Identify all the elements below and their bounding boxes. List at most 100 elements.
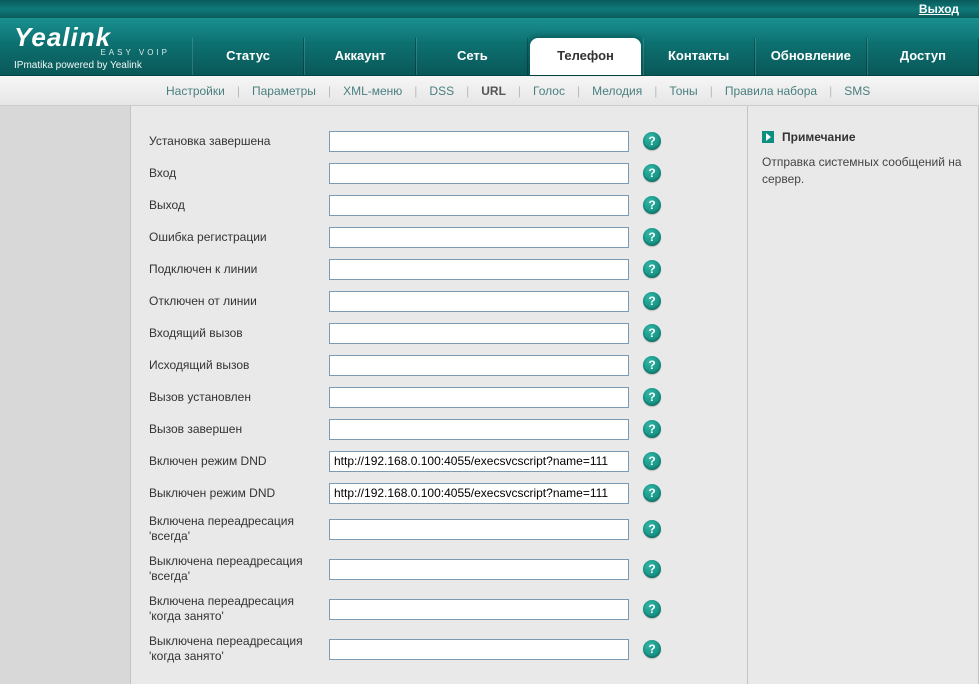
help-icon[interactable]: ? (643, 420, 661, 438)
field-label: Входящий вызов (149, 326, 329, 341)
field-label: Выключена переадресация 'когда занято' (149, 634, 329, 664)
form-row-14: Включена переадресация 'когда занято'? (149, 594, 729, 624)
field-label: Вызов установлен (149, 390, 329, 405)
field-label: Включена переадресация 'когда занято' (149, 594, 329, 624)
field-label: Вызов завершен (149, 422, 329, 437)
form-row-7: Исходящий вызов? (149, 354, 729, 376)
subnav-item-5[interactable]: Голос (527, 84, 571, 98)
main-tab-1[interactable]: Аккаунт (304, 38, 416, 75)
logout-link[interactable]: Выход (919, 2, 959, 16)
arrow-icon (762, 131, 774, 143)
subnav-item-8[interactable]: Правила набора (719, 84, 823, 98)
form-row-11: Выключен режим DND? (149, 482, 729, 504)
left-gutter (0, 106, 130, 684)
form-row-2: Выход? (149, 194, 729, 216)
subnav-sep: | (648, 84, 663, 98)
main-tab-5[interactable]: Обновление (755, 38, 867, 75)
help-icon[interactable]: ? (643, 132, 661, 150)
field-input-8[interactable] (329, 387, 629, 408)
form-row-1: Вход? (149, 162, 729, 184)
subnav-sep: | (571, 84, 586, 98)
header: Yealink EASY VOIP IPmatika powered by Ye… (0, 18, 979, 76)
help-icon[interactable]: ? (643, 324, 661, 342)
main-tabs: СтатусАккаунтСетьТелефонКонтактыОбновлен… (192, 18, 979, 75)
subnav-sep: | (322, 84, 337, 98)
help-icon[interactable]: ? (643, 484, 661, 502)
field-input-1[interactable] (329, 163, 629, 184)
field-input-14[interactable] (329, 599, 629, 620)
subnav-item-1[interactable]: Параметры (246, 84, 322, 98)
field-label: Подключен к линии (149, 262, 329, 277)
field-input-10[interactable] (329, 451, 629, 472)
note-header: Примечание (762, 130, 964, 144)
field-label: Включен режим DND (149, 454, 329, 469)
field-input-5[interactable] (329, 291, 629, 312)
main-tab-0[interactable]: Статус (192, 38, 304, 75)
subnav-item-9[interactable]: SMS (838, 84, 876, 98)
field-label: Выключен режим DND (149, 486, 329, 501)
subnav-sep: | (460, 84, 475, 98)
form-row-5: Отключен от линии? (149, 290, 729, 312)
field-label: Вход (149, 166, 329, 181)
main-tab-6[interactable]: Доступ (867, 38, 979, 75)
help-icon[interactable]: ? (643, 452, 661, 470)
subnav: Настройки|Параметры|XML-меню|DSS|URL|Гол… (0, 76, 979, 106)
help-icon[interactable]: ? (643, 228, 661, 246)
field-input-4[interactable] (329, 259, 629, 280)
note-panel: Примечание Отправка системных сообщений … (748, 106, 979, 684)
subnav-sep: | (231, 84, 246, 98)
form-row-13: Выключена переадресация 'всегда'? (149, 554, 729, 584)
help-icon[interactable]: ? (643, 640, 661, 658)
field-input-6[interactable] (329, 323, 629, 344)
subnav-item-4[interactable]: URL (475, 84, 512, 98)
subnav-item-3[interactable]: DSS (423, 84, 460, 98)
field-input-15[interactable] (329, 639, 629, 660)
subnav-item-7[interactable]: Тоны (663, 84, 703, 98)
form-row-8: Вызов установлен? (149, 386, 729, 408)
field-input-9[interactable] (329, 419, 629, 440)
field-input-7[interactable] (329, 355, 629, 376)
help-icon[interactable]: ? (643, 164, 661, 182)
subnav-sep: | (408, 84, 423, 98)
help-icon[interactable]: ? (643, 388, 661, 406)
form-row-12: Включена переадресация 'всегда'? (149, 514, 729, 544)
help-icon[interactable]: ? (643, 292, 661, 310)
field-input-11[interactable] (329, 483, 629, 504)
field-input-13[interactable] (329, 559, 629, 580)
field-label: Включена переадресация 'всегда' (149, 514, 329, 544)
main-tab-2[interactable]: Сеть (416, 38, 528, 75)
subnav-sep: | (704, 84, 719, 98)
form-row-10: Включен режим DND? (149, 450, 729, 472)
field-input-12[interactable] (329, 519, 629, 540)
field-label: Ошибка регистрации (149, 230, 329, 245)
main-tab-3[interactable]: Телефон (530, 38, 640, 75)
logo-easy: EASY VOIP (14, 48, 170, 57)
field-label: Выход (149, 198, 329, 213)
subnav-item-6[interactable]: Мелодия (586, 84, 648, 98)
field-label: Отключен от линии (149, 294, 329, 309)
note-text: Отправка системных сообщений на сервер. (762, 154, 964, 188)
subnav-item-0[interactable]: Настройки (160, 84, 231, 98)
help-icon[interactable]: ? (643, 600, 661, 618)
field-label: Установка завершена (149, 134, 329, 149)
form-row-3: Ошибка регистрации? (149, 226, 729, 248)
form-panel: Установка завершена?Вход?Выход?Ошибка ре… (130, 106, 748, 684)
help-icon[interactable]: ? (643, 356, 661, 374)
help-icon[interactable]: ? (643, 520, 661, 538)
subnav-item-2[interactable]: XML-меню (337, 84, 408, 98)
help-icon[interactable]: ? (643, 560, 661, 578)
form-row-4: Подключен к линии? (149, 258, 729, 280)
field-input-2[interactable] (329, 195, 629, 216)
subnav-sep: | (512, 84, 527, 98)
help-icon[interactable]: ? (643, 260, 661, 278)
field-input-3[interactable] (329, 227, 629, 248)
field-input-0[interactable] (329, 131, 629, 152)
form-row-6: Входящий вызов? (149, 322, 729, 344)
subnav-sep: | (823, 84, 838, 98)
logo-main: Yealink (14, 24, 182, 50)
main-tab-4[interactable]: Контакты (643, 38, 755, 75)
help-icon[interactable]: ? (643, 196, 661, 214)
logo-sub: IPmatika powered by Yealink (14, 60, 182, 71)
form-row-0: Установка завершена? (149, 130, 729, 152)
field-label: Выключена переадресация 'всегда' (149, 554, 329, 584)
